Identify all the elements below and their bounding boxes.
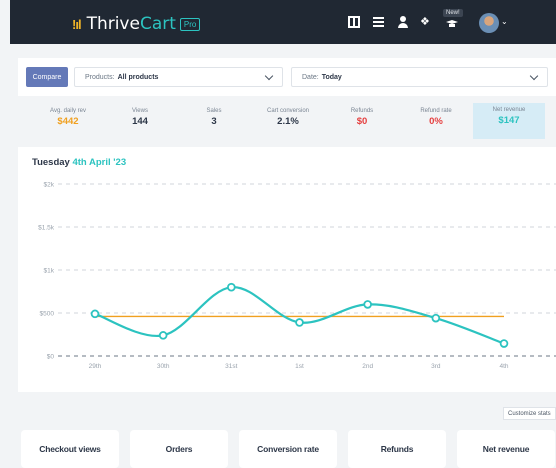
graduation-cap-icon[interactable]: [446, 20, 458, 28]
x-tick-label: 2nd: [362, 363, 373, 370]
new-badge: New!: [443, 9, 463, 17]
x-tick-label: 31st: [225, 363, 237, 370]
stat-value: 2.1%: [277, 116, 299, 127]
stat-cart-conversion[interactable]: Cart conversion 2.1%: [252, 104, 324, 138]
stat-refund-rate[interactable]: Refund rate 0%: [400, 104, 472, 138]
revenue-line-chart: $0 $500 $1k $1.5k $2k 29th 30th 31st 1st 2nd 3rd 4t…: [38, 182, 556, 370]
pro-badge: Pro: [179, 17, 201, 31]
products-select[interactable]: Products: All products: [74, 67, 283, 87]
data-point: [499, 339, 509, 348]
y-tick-label: $1.5k: [38, 225, 55, 232]
stat-value: $442: [57, 116, 79, 127]
y-tick-label: $0: [47, 354, 55, 361]
handshake-icon[interactable]: ❖: [420, 16, 432, 28]
stat-refunds[interactable]: Refunds $0: [326, 104, 398, 138]
data-point: [158, 331, 168, 340]
stat-label: Net revenue: [492, 107, 526, 113]
stat-cards-row: Checkout views Orders Conversion rate Re…: [0, 430, 556, 468]
logo-mark-icon: !ıl: [72, 16, 82, 32]
stat-net-revenue[interactable]: Net revenue $147: [473, 103, 545, 139]
chevron-down-icon[interactable]: ⌄: [501, 17, 508, 26]
data-point: [227, 282, 236, 292]
products-select-label: Products:: [85, 73, 115, 81]
x-tick-label: 4th: [499, 363, 508, 370]
revenue-chart-card: Tuesday 4th April '23 $0 $500 $1k $1.5k $2k 2…: [18, 147, 556, 392]
data-point: [295, 318, 304, 327]
stat-label: Avg. daily rev: [50, 108, 86, 114]
card-checkout-views[interactable]: Checkout views: [21, 430, 119, 468]
date-select[interactable]: Date: Today: [291, 67, 548, 87]
x-tick-label: 1st: [295, 363, 304, 370]
chevron-down-icon: [529, 71, 539, 81]
stat-value: 144: [132, 116, 148, 127]
data-point: [90, 309, 100, 319]
stat-value: $0: [356, 116, 368, 127]
book-icon[interactable]: [348, 16, 360, 28]
thrivecart-logo[interactable]: !ıl Thrive Cart Pro: [72, 14, 201, 34]
date-select-value: Today: [321, 73, 342, 81]
avatar[interactable]: [479, 13, 499, 33]
data-point: [363, 300, 372, 309]
stat-label: Sales: [206, 108, 222, 114]
y-tick-label: $1k: [44, 268, 55, 275]
card-net-revenue[interactable]: Net revenue: [457, 430, 555, 468]
filter-bar: Compare Products: All products Date: Tod…: [18, 58, 556, 96]
brand-name-first: Thrive: [86, 14, 140, 34]
stats-row: Avg. daily rev $442 Views 144 Sales 3 Ca…: [18, 103, 556, 139]
products-select-value: All products: [117, 73, 159, 81]
x-tick-label: 29th: [89, 363, 102, 370]
top-navigation-bar: !ıl Thrive Cart Pro ❖ New! ⌄: [10, 0, 556, 44]
card-refunds[interactable]: Refunds: [348, 430, 446, 468]
y-tick-label: $2k: [44, 182, 55, 189]
stat-sales[interactable]: Sales 3: [178, 104, 250, 138]
stat-label: Cart conversion: [266, 108, 310, 114]
stat-avg-daily-rev[interactable]: Avg. daily rev $442: [32, 104, 104, 138]
date-select-label: Date:: [302, 73, 319, 81]
card-conversion-rate[interactable]: Conversion rate: [239, 430, 337, 468]
series-line: [94, 286, 505, 345]
stat-label: Refund rate: [420, 108, 452, 114]
x-tick-label: 30th: [157, 363, 170, 370]
stat-value: 0%: [429, 116, 443, 127]
data-point: [431, 313, 441, 323]
chevron-down-icon: [264, 71, 274, 81]
brand-name-second: Cart: [139, 14, 176, 34]
stat-value: $147: [498, 115, 520, 126]
list-icon[interactable]: [373, 16, 385, 28]
x-tick-label: 3rd: [431, 363, 441, 370]
compare-button[interactable]: Compare: [26, 67, 68, 87]
stat-views[interactable]: Views 144: [104, 104, 176, 138]
stat-value: 3: [211, 116, 217, 127]
card-orders[interactable]: Orders: [130, 430, 228, 468]
y-tick-label: $500: [40, 311, 55, 318]
stat-label: Refunds: [350, 108, 374, 114]
user-icon[interactable]: [397, 16, 409, 28]
customize-stats-button[interactable]: Customize stats: [503, 407, 556, 420]
stat-label: Views: [132, 108, 148, 114]
